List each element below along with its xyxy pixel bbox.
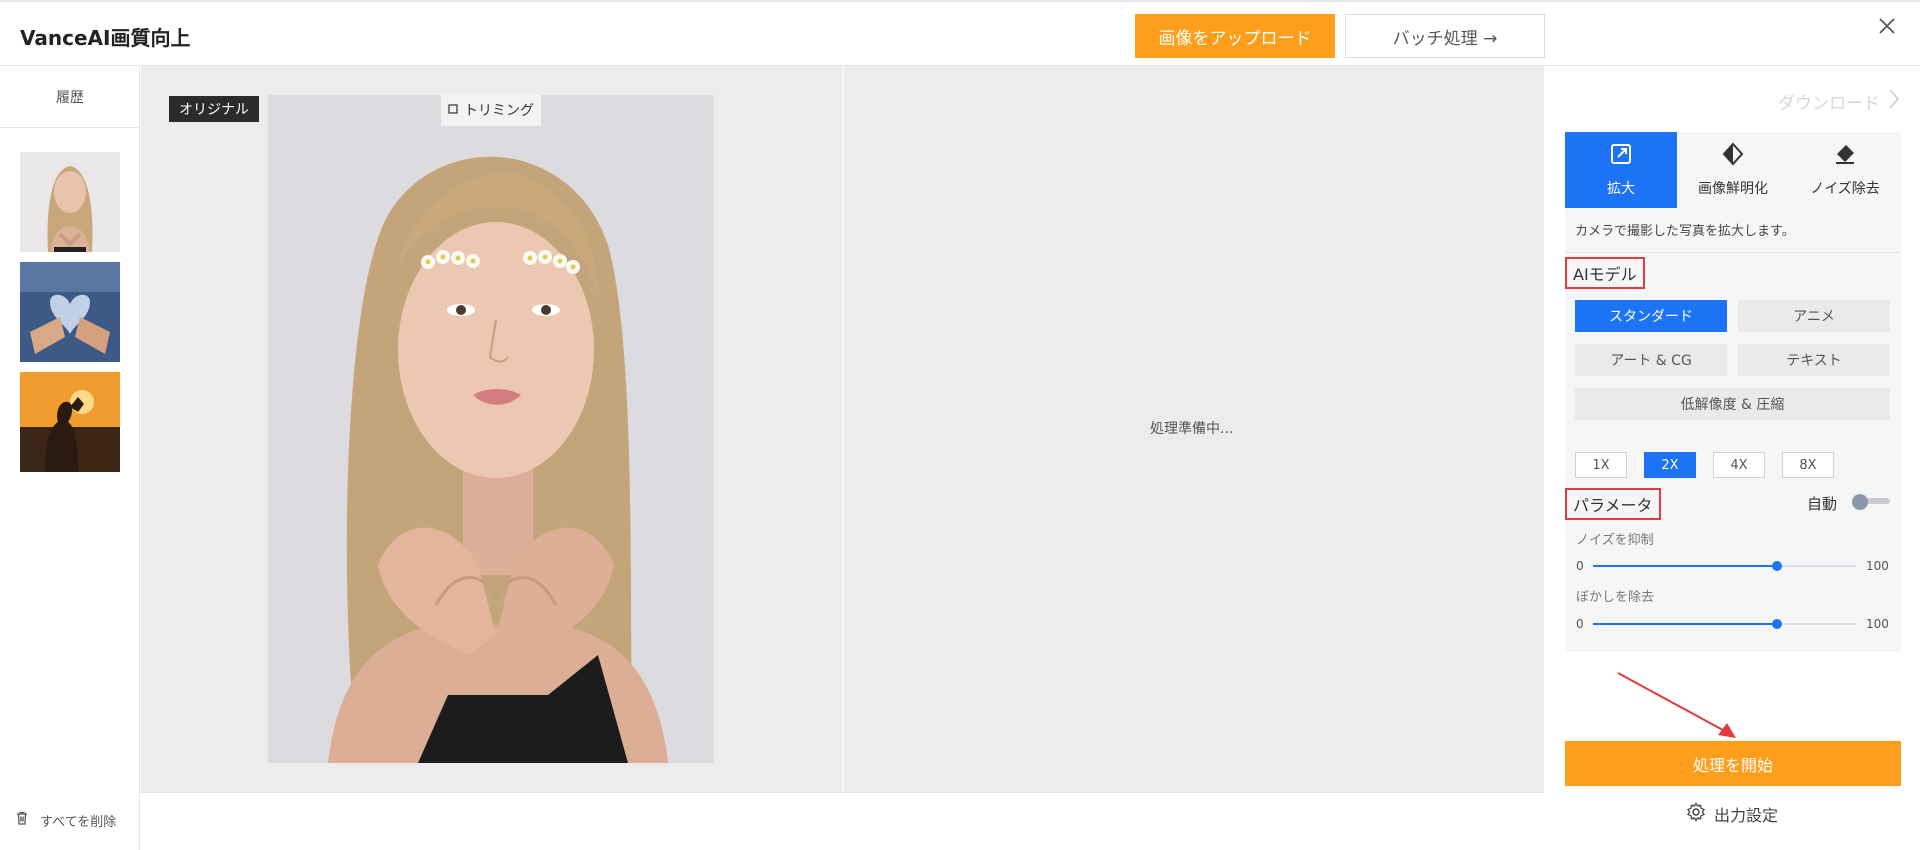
history-tab[interactable]: 履歴 (0, 66, 140, 128)
model-standard-button[interactable]: スタンダード (1575, 300, 1727, 332)
toggle-knob (1852, 494, 1868, 510)
app-header: VanceAI画質向上 画像をアップロード バッチ処理 → (0, 0, 1920, 66)
scale-1x-button[interactable]: 1X (1575, 452, 1627, 478)
crop-icon (448, 102, 458, 118)
delete-all-button[interactable]: すべてを削除 (14, 810, 116, 830)
divider (1565, 252, 1901, 253)
original-image (268, 95, 714, 763)
tab-denoise-label: ノイズ除去 (1810, 181, 1880, 197)
slider-fill (1593, 565, 1777, 567)
tab-denoise[interactable]: ノイズ除去 (1789, 132, 1901, 208)
annotation-arrow (1617, 672, 1736, 738)
noise-max-value: 100 (1866, 559, 1889, 573)
download-label: ダウンロード (1778, 94, 1880, 114)
noise-min-value: 0 (1576, 559, 1584, 573)
mode-tabs: 拡大 画像鮮明化 ノイズ除去 (1565, 132, 1901, 208)
model-text-button[interactable]: テキスト (1738, 344, 1890, 376)
deblur-label: ぼかしを除去 (1576, 590, 1655, 605)
upload-image-button[interactable]: 画像をアップロード (1135, 14, 1335, 58)
slider-handle[interactable] (1772, 561, 1782, 571)
batch-process-button[interactable]: バッチ処理 → (1345, 14, 1545, 58)
noise-suppression-label: ノイズを抑制 (1576, 533, 1654, 548)
tab-enlarge-label: 拡大 (1607, 181, 1635, 197)
tab-sharpen[interactable]: 画像鮮明化 (1677, 132, 1789, 208)
app-title: VanceAI画質向上 (20, 26, 191, 50)
history-thumbnail-1[interactable] (20, 152, 120, 252)
scale-8x-button[interactable]: 8X (1782, 452, 1834, 478)
scale-4x-button[interactable]: 4X (1713, 452, 1765, 478)
model-anime-button[interactable]: アニメ (1738, 300, 1890, 332)
auto-toggle[interactable] (1852, 494, 1890, 510)
deblur-max-value: 100 (1866, 617, 1889, 631)
canvas-bottom-bar (141, 792, 1544, 850)
history-sidebar: 履歴 すべてを削除 (0, 66, 140, 850)
gear-icon (1686, 802, 1706, 826)
deblur-slider[interactable] (1593, 618, 1856, 630)
output-settings-button[interactable]: 出力設定 (1686, 802, 1778, 826)
history-thumbnail-2[interactable] (20, 262, 120, 362)
history-thumbnail-3[interactable] (20, 372, 120, 472)
close-icon[interactable] (1875, 14, 1899, 38)
original-tag: オリジナル (169, 96, 259, 122)
sharpen-icon (1721, 142, 1745, 170)
processing-status: 処理準備中... (1150, 421, 1234, 437)
tab-sharpen-label: 画像鮮明化 (1698, 181, 1768, 197)
slider-fill (1593, 623, 1777, 625)
chevron-right-icon (1888, 88, 1900, 115)
trash-icon (14, 810, 30, 830)
deblur-min-value: 0 (1576, 617, 1584, 631)
eraser-icon (1833, 142, 1857, 170)
scale-2x-button[interactable]: 2X (1644, 452, 1696, 478)
download-link[interactable]: ダウンロード (1778, 88, 1900, 115)
compare-divider[interactable] (842, 66, 844, 792)
auto-label: 自動 (1807, 495, 1838, 513)
delete-all-label: すべてを削除 (40, 814, 117, 830)
output-settings-label: 出力設定 (1714, 806, 1779, 825)
ai-model-heading: AIモデル (1565, 257, 1645, 289)
mode-description: カメラで撮影した写真を拡大します。 (1575, 224, 1795, 239)
crop-button[interactable]: トリミング (441, 94, 541, 126)
expand-icon (1609, 142, 1633, 170)
tab-enlarge[interactable]: 拡大 (1565, 132, 1677, 208)
model-low-res-button[interactable]: 低解像度 & 圧縮 (1575, 388, 1890, 420)
slider-handle[interactable] (1772, 619, 1782, 629)
start-processing-button[interactable]: 処理を開始 (1565, 741, 1901, 786)
parameters-heading: パラメータ (1565, 488, 1661, 520)
noise-suppression-slider[interactable] (1593, 560, 1856, 572)
model-art-cg-button[interactable]: アート & CG (1575, 344, 1727, 376)
crop-label: トリミング (464, 103, 534, 119)
